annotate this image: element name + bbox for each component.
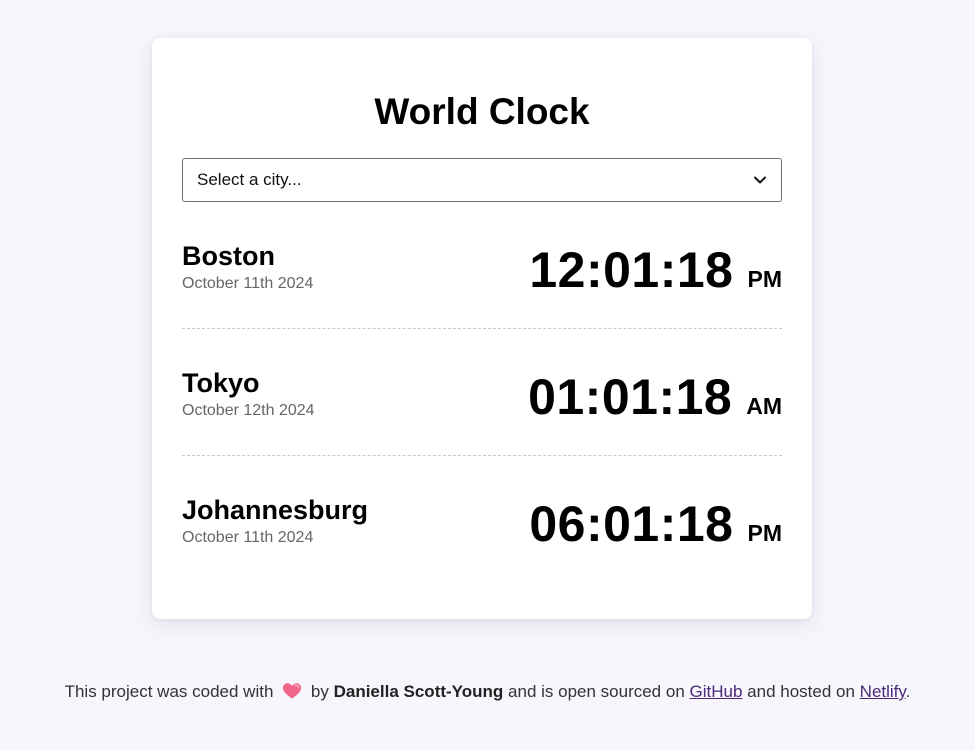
heart-icon [282, 682, 302, 707]
city-time: 01:01:18 AM [528, 367, 782, 427]
footer-period: . [905, 682, 911, 701]
time-ampm: PM [747, 520, 783, 546]
chevron-down-icon [753, 173, 767, 187]
github-link[interactable]: GitHub [690, 682, 743, 701]
city-select[interactable]: Select a city... [182, 158, 782, 202]
city-date: October 11th 2024 [182, 275, 314, 292]
city-name: Boston [182, 241, 275, 271]
footer-text: This project was coded with [64, 682, 274, 701]
footer-text: and hosted on [747, 682, 855, 701]
city-row-johannesburg: Johannesburg October 11th 2024 06:01:18 … [182, 456, 782, 582]
city-time: 06:01:18 PM [529, 494, 782, 554]
footer-text: and is open sourced on [508, 682, 685, 701]
city-name: Tokyo [182, 368, 260, 398]
city-date: October 11th 2024 [182, 529, 314, 546]
world-clock-card: World Clock Select a city... Boston Octo… [152, 38, 812, 619]
time-value: 01:01:18 [528, 369, 733, 425]
city-time: 12:01:18 PM [529, 240, 782, 300]
time-ampm: AM [746, 393, 782, 419]
city-select-value: Select a city... [197, 170, 302, 189]
city-info: Boston October 11th 2024 [182, 240, 313, 294]
city-row-tokyo: Tokyo October 12th 2024 01:01:18 AM [182, 329, 782, 456]
author-name: Daniella Scott-Young [333, 682, 504, 701]
time-value: 06:01:18 [529, 496, 734, 552]
city-list: Boston October 11th 2024 12:01:18 PM Tok… [182, 202, 782, 582]
city-info: Tokyo October 12th 2024 [182, 367, 315, 421]
city-date: October 12th 2024 [182, 402, 315, 419]
city-name: Johannesburg [182, 495, 369, 525]
time-ampm: PM [747, 266, 783, 292]
netlify-link[interactable]: Netlify [860, 682, 906, 701]
footer: This project was coded with by Daniella … [0, 680, 975, 707]
page-title: World Clock [374, 91, 590, 132]
city-row-boston: Boston October 11th 2024 12:01:18 PM [182, 202, 782, 329]
footer-text: by [310, 682, 329, 701]
time-value: 12:01:18 [529, 242, 734, 298]
city-info: Johannesburg October 11th 2024 [182, 494, 368, 548]
